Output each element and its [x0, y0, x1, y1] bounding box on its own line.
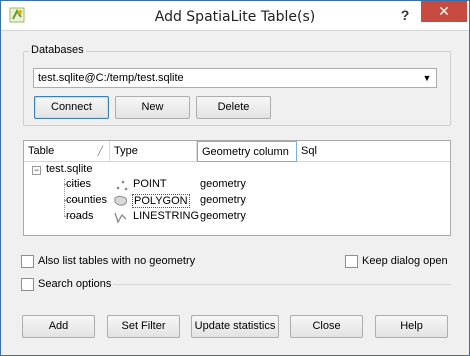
table-row[interactable]: roads LINESTRING geometry [24, 209, 450, 225]
search-options-divider [113, 284, 451, 285]
set-filter-button[interactable]: Set Filter [107, 315, 180, 338]
database-select[interactable]: test.sqlite@C:/temp/test.sqlite ▼ [33, 68, 437, 88]
search-options-checkbox[interactable] [21, 278, 34, 291]
keep-dialog-open-option[interactable]: Keep dialog open [345, 255, 449, 269]
column-header-sql[interactable]: Sql [297, 141, 450, 162]
column-header-geometry[interactable]: Geometry column [197, 141, 297, 162]
sort-indicator-icon: ╱ [97, 146, 103, 156]
keep-dialog-open-label[interactable]: Keep dialog open [362, 255, 448, 267]
table-name: roads [66, 210, 94, 222]
list-no-geometry-checkbox[interactable] [21, 255, 34, 268]
new-button[interactable]: New [115, 96, 190, 119]
database-select-value: test.sqlite@C:/temp/test.sqlite [38, 72, 184, 84]
table-row[interactable]: counties POLYGON geometry [24, 193, 450, 209]
table-row[interactable]: cities POINT geometry [24, 177, 450, 193]
tables-tree[interactable]: Table ╱ Type Geometry column Sql − test.… [23, 140, 451, 236]
table-type: POINT [133, 178, 167, 190]
table-geometry-column: geometry [200, 210, 246, 222]
table-geometry-column: geometry [200, 178, 246, 190]
add-spatialite-dialog: Add SpatiaLite Table(s) ? ✕ Databases te… [0, 0, 470, 356]
search-options-toggle[interactable]: Search options [21, 278, 116, 292]
help-button[interactable]: Help [375, 315, 448, 338]
table-type: LINESTRING [133, 210, 200, 222]
update-statistics-button[interactable]: Update statistics [191, 315, 279, 338]
title-bar: Add SpatiaLite Table(s) ? ✕ [1, 1, 469, 31]
point-icon [114, 178, 130, 192]
table-name: cities [66, 178, 92, 190]
database-node[interactable]: test.sqlite [46, 163, 92, 175]
column-header-table[interactable]: Table ╱ [24, 141, 110, 162]
column-header-type[interactable]: Type [110, 141, 197, 162]
keep-dialog-open-checkbox[interactable] [345, 255, 358, 268]
add-button[interactable]: Add [22, 315, 95, 338]
polygon-icon [113, 194, 129, 208]
list-no-geometry-option[interactable]: Also list tables with no geometry [21, 255, 211, 269]
list-no-geometry-label[interactable]: Also list tables with no geometry [38, 255, 195, 267]
column-header-table-label: Table [28, 145, 55, 157]
databases-group-label: Databases [29, 44, 86, 56]
table-type: POLYGON [132, 194, 190, 208]
line-icon [113, 210, 129, 224]
help-icon[interactable]: ? [397, 7, 413, 23]
chevron-down-icon[interactable]: ▼ [421, 71, 433, 85]
table-geometry-column: geometry [200, 194, 246, 206]
table-name: counties [66, 194, 107, 206]
delete-button[interactable]: Delete [196, 96, 271, 119]
connect-button[interactable]: Connect [34, 96, 109, 119]
close-window-button[interactable]: ✕ [421, 1, 467, 22]
search-options-label[interactable]: Search options [38, 278, 111, 290]
close-button[interactable]: Close [290, 315, 363, 338]
collapse-icon[interactable]: − [32, 166, 41, 175]
